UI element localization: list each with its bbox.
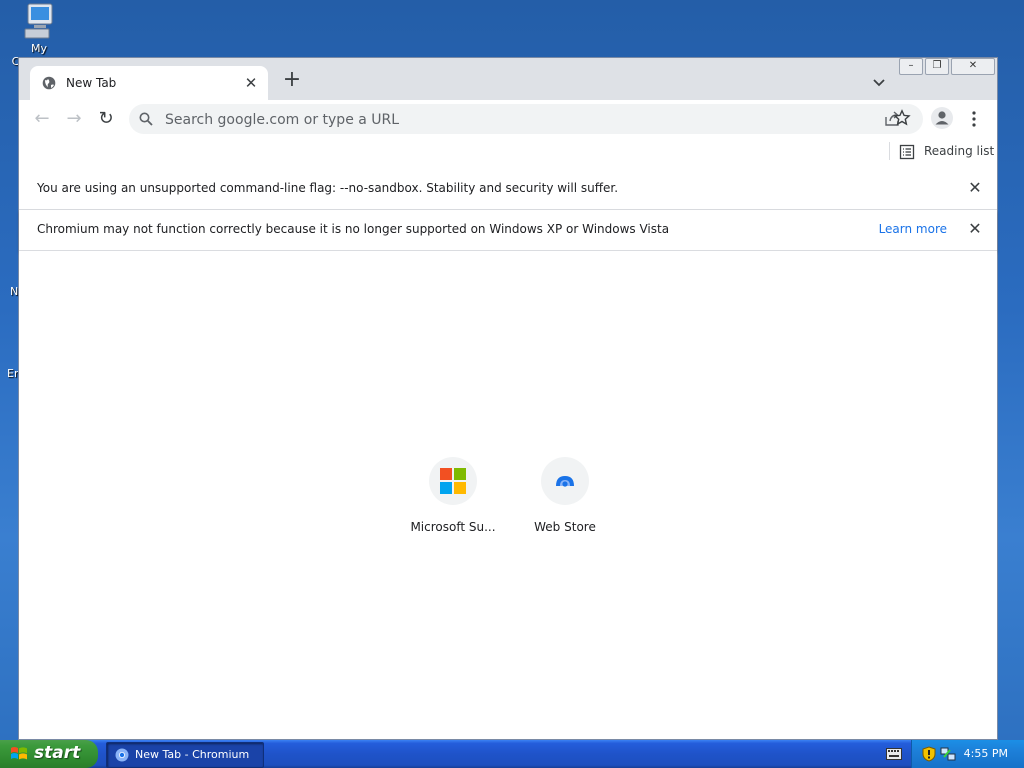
forward-arrow-icon[interactable]: → bbox=[63, 108, 85, 130]
start-button[interactable]: start bbox=[0, 740, 98, 768]
tab-new-tab[interactable]: New Tab ✕ bbox=[30, 66, 268, 100]
reading-list-icon bbox=[899, 144, 915, 160]
reading-list-label: Reading list bbox=[924, 144, 995, 158]
shortcut-icon-container bbox=[541, 457, 589, 505]
omnibox[interactable] bbox=[129, 104, 923, 136]
security-shield-icon[interactable] bbox=[922, 746, 936, 762]
infobar-unsupported-os: Chromium may not function correctly beca… bbox=[19, 210, 997, 251]
clock: 4:55 PM bbox=[963, 747, 1008, 760]
new-tab-page: Microsoft Su... Web Store bbox=[19, 251, 997, 739]
taskbar-item-chromium[interactable]: New Tab - Chromium bbox=[106, 742, 264, 768]
shortcut-label: Microsoft Su... bbox=[410, 520, 496, 534]
infobar-message: You are using an unsupported command-lin… bbox=[37, 181, 619, 195]
person-icon bbox=[935, 111, 949, 125]
taskbar: start New Tab - Chromium 4:55 PM bbox=[0, 740, 1024, 768]
restore-button[interactable]: ❐ bbox=[925, 58, 949, 75]
back-arrow-icon[interactable]: ← bbox=[31, 108, 53, 130]
reload-icon[interactable]: ↻ bbox=[95, 108, 117, 130]
shortcut-tile-web-store[interactable]: Web Store bbox=[509, 457, 621, 534]
chevron-down-icon[interactable] bbox=[869, 72, 889, 92]
tab-close-icon[interactable]: ✕ bbox=[242, 74, 260, 92]
taskbar-item-label: New Tab - Chromium bbox=[135, 748, 250, 761]
browser-window: New Tab ✕ + – ❐ ✕ ← → ↻ Search google.co… bbox=[18, 57, 998, 740]
window-controls: – ❐ ✕ bbox=[899, 58, 995, 75]
desktop-icon-label-partial: N bbox=[10, 285, 19, 298]
star-icon[interactable] bbox=[893, 109, 911, 127]
system-tray: 4:55 PM bbox=[911, 740, 1024, 768]
new-tab-button[interactable]: + bbox=[281, 69, 303, 92]
shortcut-tile-microsoft-support[interactable]: Microsoft Su... bbox=[397, 457, 509, 534]
infobar-message: Chromium may not function correctly beca… bbox=[37, 222, 670, 236]
learn-more-link[interactable]: Learn more bbox=[879, 222, 947, 236]
desktop-icon-label-partial: Er bbox=[7, 367, 19, 380]
bookmarks-bar: Reading list bbox=[19, 138, 997, 170]
infobar-close-icon[interactable]: ✕ bbox=[967, 221, 983, 237]
keyboard-icon[interactable] bbox=[886, 748, 902, 760]
network-icon[interactable] bbox=[940, 746, 956, 762]
infobar-close-icon[interactable]: ✕ bbox=[967, 180, 983, 196]
web-store-icon bbox=[556, 476, 574, 487]
minimize-button[interactable]: – bbox=[899, 58, 923, 75]
close-window-button[interactable]: ✕ bbox=[951, 58, 995, 75]
chromium-icon bbox=[115, 748, 129, 762]
address-input[interactable] bbox=[163, 104, 847, 136]
microsoft-logo-icon bbox=[440, 468, 466, 494]
globe-icon bbox=[42, 76, 56, 90]
shortcut-label: Web Store bbox=[534, 520, 596, 534]
profile-avatar[interactable] bbox=[931, 107, 953, 129]
infobar-sandbox-warning: You are using an unsupported command-lin… bbox=[19, 169, 997, 210]
tab-strip: New Tab ✕ + – ❐ ✕ bbox=[19, 58, 997, 100]
start-label: start bbox=[34, 743, 81, 763]
tab-title: New Tab bbox=[66, 76, 117, 90]
windows-flag-icon bbox=[11, 747, 27, 760]
divider bbox=[889, 142, 890, 160]
toolbar: ← → ↻ bbox=[19, 100, 997, 138]
computer-icon bbox=[24, 3, 53, 39]
search-icon bbox=[139, 112, 153, 126]
shortcut-icon-container bbox=[429, 457, 477, 505]
more-vert-icon[interactable] bbox=[965, 109, 983, 129]
